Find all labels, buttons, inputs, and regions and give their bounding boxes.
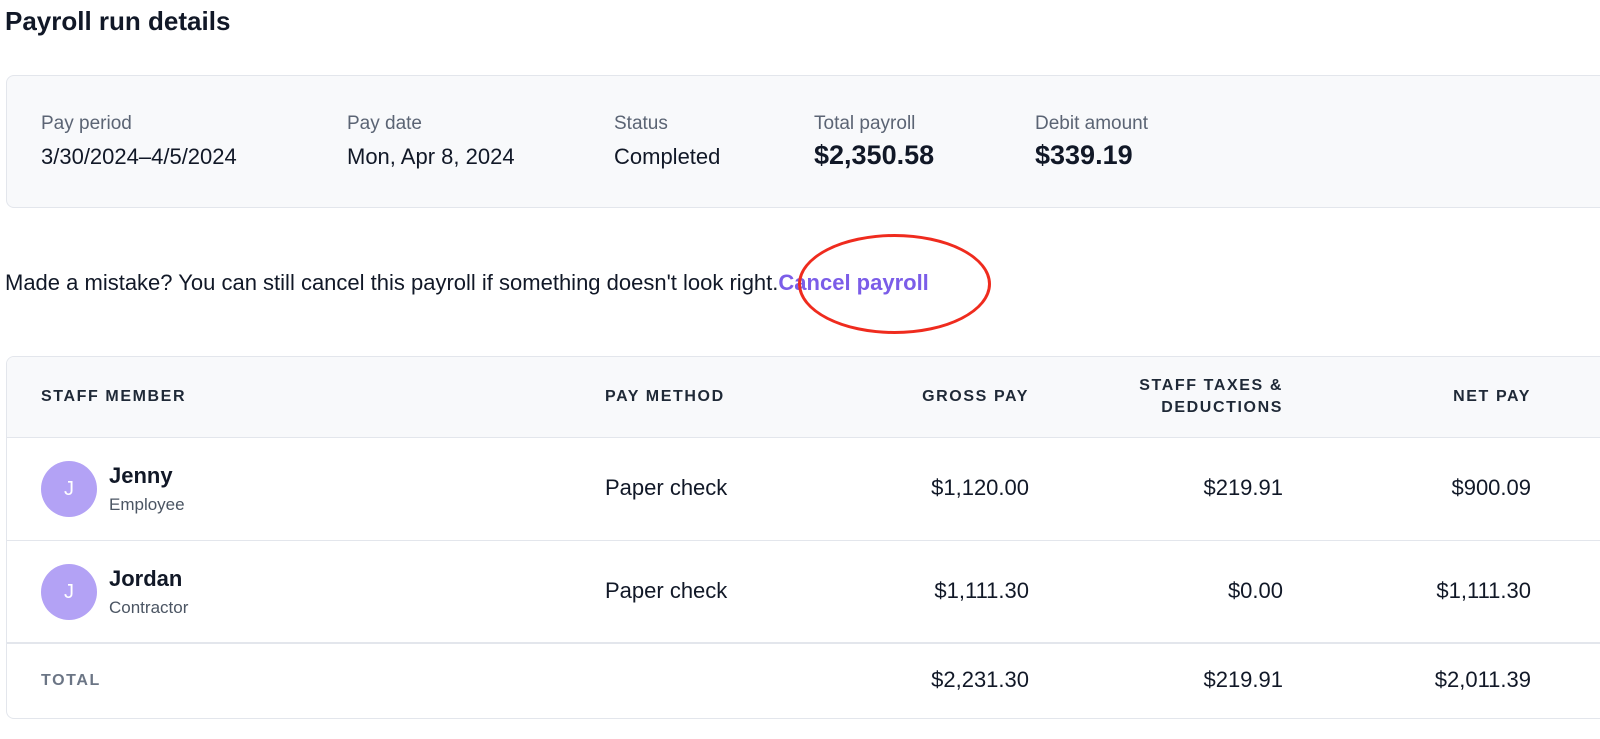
debit-amount-value: $339.19 <box>1035 140 1133 170</box>
page-title: Payroll run details <box>5 6 231 36</box>
column-header-net-pay: NET PAY <box>1453 388 1531 405</box>
pay-method-cell: Paper check <box>605 475 728 500</box>
column-header-pay-method: PAY METHOD <box>605 388 725 405</box>
payroll-summary-card: Pay period 3/30/2024–4/5/2024 Pay date M… <box>6 75 1600 208</box>
net-pay-cell: $900.09 <box>1451 475 1531 500</box>
column-header-staff-taxes-line1: STAFF TAXES & <box>1139 377 1283 394</box>
pay-period-summary: Pay period 3/30/2024–4/5/2024 <box>41 112 237 171</box>
gross-pay-cell: $1,111.30 <box>934 578 1029 603</box>
pay-date-value: Mon, Apr 8, 2024 <box>347 144 515 169</box>
payroll-table: STAFF MEMBER PAY METHOD GROSS PAY STAFF … <box>6 356 1600 719</box>
payroll-run-details-page: Payroll run details Pay period 3/30/2024… <box>0 0 1600 739</box>
pay-period-value: 3/30/2024–4/5/2024 <box>41 144 237 169</box>
cancel-notice-text: Made a mistake? You can still cancel thi… <box>5 270 779 295</box>
debit-amount-summary: Debit amount $339.19 <box>1035 112 1148 169</box>
staff-role: Contractor <box>109 598 189 617</box>
debit-amount-label: Debit amount <box>1035 113 1149 134</box>
table-row[interactable]: J Jenny Employee Paper check $1,120.00 $… <box>7 438 1600 541</box>
total-label: TOTAL <box>41 672 101 689</box>
total-gross-pay: $2,231.30 <box>931 667 1029 692</box>
cancel-payroll-link[interactable]: Cancel payroll <box>778 270 928 295</box>
status-value: Completed <box>614 144 721 169</box>
pay-date-summary: Pay date Mon, Apr 8, 2024 <box>347 112 515 171</box>
gross-pay-cell: $1,120.00 <box>931 475 1029 500</box>
total-payroll-summary: Total payroll $2,350.58 <box>814 112 934 169</box>
net-pay-cell: $1,111.30 <box>1436 578 1531 603</box>
status-label: Status <box>614 113 668 134</box>
status-summary: Status Completed <box>614 112 720 171</box>
taxes-cell: $219.91 <box>1203 475 1283 500</box>
column-header-staff-taxes: STAFF TAXES & DEDUCTIONS <box>1139 375 1283 419</box>
table-header: STAFF MEMBER PAY METHOD GROSS PAY STAFF … <box>7 357 1600 438</box>
staff-name: Jordan <box>109 566 183 591</box>
total-net-pay: $2,011.39 <box>1434 667 1531 692</box>
pay-date-label: Pay date <box>347 113 422 134</box>
column-header-staff-taxes-line2: DEDUCTIONS <box>1161 399 1283 416</box>
total-row: TOTAL $2,231.30 $219.91 $2,011.39 <box>7 644 1600 718</box>
staff-name: Jenny <box>109 463 173 488</box>
column-header-staff: STAFF MEMBER <box>41 388 187 405</box>
pay-method-cell: Paper check <box>605 578 728 603</box>
cancel-notice: Made a mistake? You can still cancel thi… <box>5 268 929 298</box>
total-taxes: $219.91 <box>1203 667 1283 692</box>
staff-role: Employee <box>109 495 185 514</box>
total-payroll-label: Total payroll <box>814 113 916 134</box>
table-row[interactable]: J Jordan Contractor Paper check $1,111.3… <box>7 541 1600 644</box>
column-header-gross-pay: GROSS PAY <box>922 388 1029 405</box>
pay-period-label: Pay period <box>41 113 132 134</box>
taxes-cell: $0.00 <box>1227 578 1283 603</box>
total-payroll-value: $2,350.58 <box>814 140 935 170</box>
avatar: J <box>41 461 97 517</box>
avatar: J <box>41 564 97 620</box>
